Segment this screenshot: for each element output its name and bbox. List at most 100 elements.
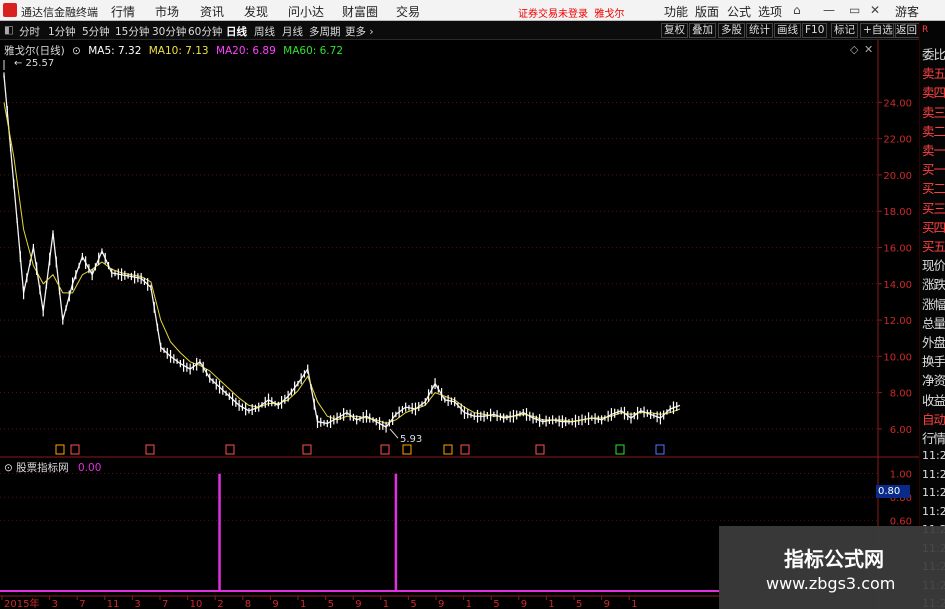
x-tick-label: 1 (548, 599, 554, 609)
menu-shichang[interactable]: 市场 (155, 3, 179, 20)
quote-item: 总量 (922, 315, 945, 331)
event-marker (145, 444, 155, 455)
quote-item: 卖二 (922, 123, 945, 139)
restore-icon[interactable]: ▭ (849, 3, 860, 17)
trade-time: 11:25 (922, 467, 945, 481)
mark-button[interactable]: 标记 (831, 23, 858, 38)
quote-item: 买五 (922, 239, 945, 254)
tab-weekly[interactable]: 周线 (254, 24, 275, 39)
tab-30min[interactable]: 30分钟 (152, 24, 186, 39)
event-marker (443, 444, 453, 455)
tab-15min[interactable]: 15分钟 (115, 24, 149, 39)
tab-daily[interactable]: 日线 (226, 24, 247, 39)
quote-item: 卖四 (922, 85, 945, 101)
tab-1min[interactable]: 1分钟 (48, 24, 76, 39)
menu-banmian[interactable]: 版面 (695, 3, 719, 20)
title-bar: 通达信金融终端 行情 市场 资讯 发现 问小达 财富圈 交易 证券交易未登录 雅… (0, 0, 945, 21)
menu-wenxiaoda[interactable]: 问小达 (288, 3, 324, 20)
watermark-url: www.zbgs3.com (766, 574, 896, 593)
x-tick-label: 7 (162, 599, 168, 609)
quote-item: 换手 (922, 354, 945, 370)
quote-panel: R 委比 卖五 卖四 卖三 卖二 卖一 买一 买二 买三 买四 买五 现价 涨跌 涨幅 总量 外盘 换手 净资 收益自… (919, 21, 945, 609)
x-tick-label: 3 (52, 599, 58, 609)
x-tick-label: 9 (521, 599, 527, 609)
series-line-ma5 (3, 75, 681, 428)
y-tick-label: 20.00 (883, 171, 912, 182)
event-marker (225, 444, 235, 455)
tab-multi-period[interactable]: 多周期 (309, 24, 341, 39)
notice-text[interactable]: 证券交易未登录 (518, 9, 588, 20)
menu-hangqing[interactable]: 行情 (111, 3, 135, 20)
kline-chart[interactable]: 6.00 8.00 10.00 12.00 14.00 16.00 18.00 20.00 22… (0, 40, 919, 458)
panel-header[interactable]: R (922, 25, 928, 35)
trade-time: 11:25 (922, 504, 945, 518)
x-tick-label: 10 (190, 599, 203, 609)
quote-item: 卖五 (922, 66, 945, 82)
tab-monthly[interactable]: 月线 (282, 24, 303, 39)
guest-button[interactable]: 游客 (895, 3, 919, 20)
x-tick-label: 1 (300, 599, 306, 609)
close-icon[interactable]: ✕ (870, 3, 880, 17)
back-button[interactable]: 返回 (893, 23, 920, 38)
quote-item[interactable]: 行情 (922, 428, 945, 447)
event-marker (655, 444, 665, 455)
tab-more-label[interactable]: 更多 (345, 26, 366, 38)
event-marker (302, 444, 312, 455)
x-tick-label: 5 (576, 599, 582, 609)
settings-icon[interactable]: ⊙ (4, 462, 13, 474)
high-price-label: ← 25.57 (14, 58, 54, 69)
multi-stock-button[interactable]: 多股 (718, 23, 745, 38)
indicator-name: 股票指标网 (16, 462, 69, 474)
x-tick-label: 2015年 (4, 597, 39, 609)
menu-jiaoyi[interactable]: 交易 (396, 3, 420, 20)
x-tick-label: 1 (466, 599, 472, 609)
quote-item: 买三 (922, 200, 945, 216)
watermark: 指标公式网 www.zbgs3.com (719, 526, 945, 609)
tab-fenshi[interactable]: 分时 (19, 24, 40, 39)
menu-xuanxiang[interactable]: 选项 (758, 3, 782, 20)
statistics-button[interactable]: 统计 (746, 23, 773, 38)
low-price-label: 5.93 (400, 434, 422, 445)
menu-faxian[interactable]: 发现 (244, 3, 268, 20)
x-tick-label: 9 (438, 599, 444, 609)
tab-60min[interactable]: 60分钟 (188, 24, 222, 39)
event-marker (460, 444, 470, 455)
quote-item: 买二 (922, 181, 945, 197)
low-marker (389, 428, 399, 439)
menu-caifuquan[interactable]: 财富圈 (342, 3, 378, 20)
quote-item: 外盘 (922, 335, 945, 350)
notice-user: 雅戈尔 (594, 9, 625, 20)
y-tick-label: 6.00 (890, 425, 912, 436)
x-tick-label: 9 (604, 599, 610, 609)
add-watchlist-button[interactable]: +自选 (860, 23, 896, 38)
quote-item: 收益 (922, 392, 945, 408)
x-tick-label: 2 (217, 599, 223, 609)
f10-button[interactable]: F10 (802, 23, 828, 38)
menu-zixun[interactable]: 资讯 (200, 3, 224, 20)
x-tick-label: 9 (355, 599, 361, 609)
quote-item: 现价 (922, 258, 945, 274)
tab-5min[interactable]: 5分钟 (82, 24, 110, 39)
x-tick-label: 11 (107, 599, 120, 609)
toggle-panel-icon[interactable]: ◧ (4, 24, 14, 36)
quote-item: 净资 (922, 373, 945, 389)
app-logo-icon (3, 3, 17, 17)
login-notice[interactable]: 证券交易未登录 雅戈尔 (518, 5, 624, 20)
draw-line-button[interactable]: 画线 (774, 23, 801, 38)
y-tick-label: 14.00 (883, 280, 912, 291)
minimize-icon[interactable]: — (823, 3, 835, 17)
quote-item: 买一 (922, 162, 945, 178)
x-tick-label: 1 (383, 599, 389, 609)
quote-item[interactable]: 自动 (922, 409, 945, 428)
menu-gongneng[interactable]: 功能 (664, 3, 688, 20)
tab-more[interactable]: 更多 › (345, 24, 374, 39)
y-tick-label: 22.00 (883, 135, 912, 146)
overlay-button[interactable]: 叠加 (689, 23, 716, 38)
fuquan-button[interactable]: 复权 (661, 23, 688, 38)
menu-gongshi[interactable]: 公式 (727, 3, 751, 20)
x-tick-label: 3 (134, 599, 140, 609)
indicator-current-value: 0.80 (876, 485, 910, 498)
message-icon[interactable]: ⌂ (793, 3, 801, 17)
y-tick-label: 10.00 (883, 352, 912, 363)
y-tick-label: 24.00 (883, 98, 912, 109)
